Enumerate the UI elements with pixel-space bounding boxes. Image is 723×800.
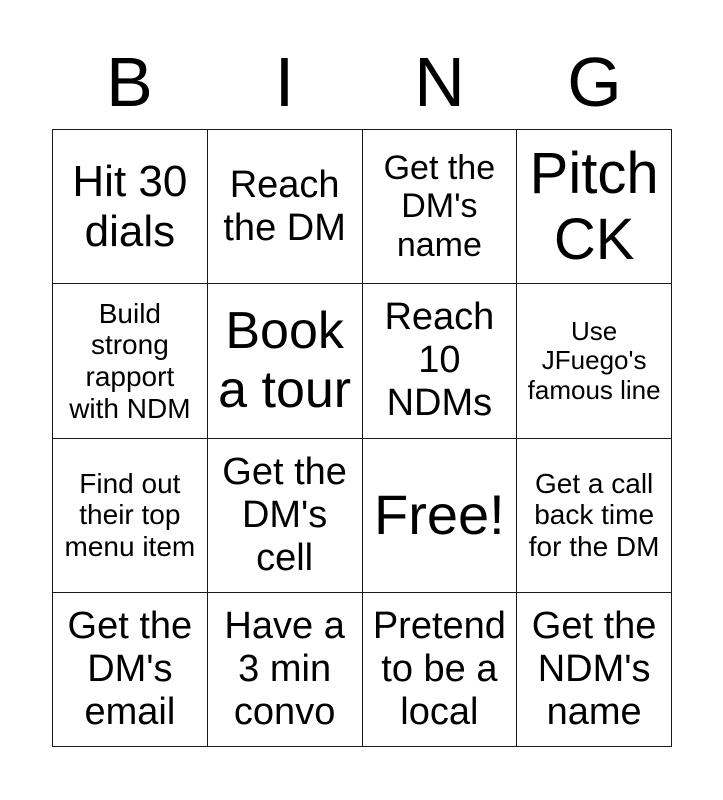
bingo-header-letter-b: B <box>52 34 207 129</box>
bingo-cell[interactable]: Reach 10 NDMs <box>362 284 518 439</box>
bingo-header-letter-n: N <box>362 34 517 129</box>
bingo-cell[interactable]: Get the DM's name <box>362 130 518 285</box>
bingo-cell[interactable]: Book a tour <box>207 284 363 439</box>
header-letter-label: G <box>567 42 622 121</box>
bingo-cell[interactable]: Have a 3 min convo <box>207 592 363 747</box>
bingo-card: B I N G Hit 30 dials Reach the DM Get th… <box>0 0 723 800</box>
bingo-cell[interactable]: Pitch CK <box>517 130 672 285</box>
header-letter-label: I <box>274 42 295 121</box>
bingo-grid: Hit 30 dials Reach the DM Get the DM's n… <box>52 129 672 747</box>
bingo-cell-label: Have a 3 min convo <box>224 604 345 733</box>
bingo-cell[interactable]: Pretend to be a local <box>362 592 518 747</box>
bingo-cell[interactable]: Get the NDM's name <box>517 592 672 747</box>
bingo-cell-label: Get a call back time for the DM <box>528 467 660 562</box>
bingo-cell-label: Build strong rapport with NDM <box>69 297 191 424</box>
bingo-cell-label: Hit 30 dials <box>72 156 188 256</box>
bingo-cell-label: Pretend to be a local <box>372 604 506 733</box>
bingo-cell-label: Pitch CK <box>529 141 659 272</box>
bingo-cell[interactable]: Hit 30 dials <box>53 130 208 285</box>
header-letter-label: B <box>106 42 153 121</box>
bingo-cell-label: Free! <box>374 483 505 547</box>
bingo-cell[interactable]: Get the DM's cell <box>207 438 363 593</box>
bingo-cell-label: Get the NDM's name <box>531 604 657 733</box>
bingo-cell-label: Use JFuego's famous line <box>527 315 661 405</box>
bingo-cell-label: Get the DM's name <box>383 149 496 264</box>
bingo-cell-label: Get the DM's cell <box>222 450 347 579</box>
bingo-cell[interactable]: Build strong rapport with NDM <box>53 284 208 439</box>
bingo-cell-label: Get the DM's email <box>67 604 193 733</box>
bingo-cell-label: Book a tour <box>218 302 352 419</box>
bingo-cell-label: Reach 10 NDMs <box>384 296 495 425</box>
bingo-cell[interactable]: Use JFuego's famous line <box>517 284 672 439</box>
bingo-cell[interactable]: Find out their top menu item <box>53 438 208 593</box>
bingo-header-row: B I N G <box>52 34 672 129</box>
bingo-header-letter-i: I <box>207 34 362 129</box>
header-letter-label: N <box>414 42 465 121</box>
bingo-cell-label: Reach the DM <box>223 163 346 249</box>
bingo-cell-free[interactable]: Free! <box>362 438 518 593</box>
bingo-cell[interactable]: Get a call back time for the DM <box>517 438 672 593</box>
bingo-cell[interactable]: Get the DM's email <box>53 592 208 747</box>
bingo-header-letter-g: G <box>517 34 672 129</box>
bingo-cell[interactable]: Reach the DM <box>207 130 363 285</box>
bingo-cell-label: Find out their top menu item <box>64 467 196 562</box>
